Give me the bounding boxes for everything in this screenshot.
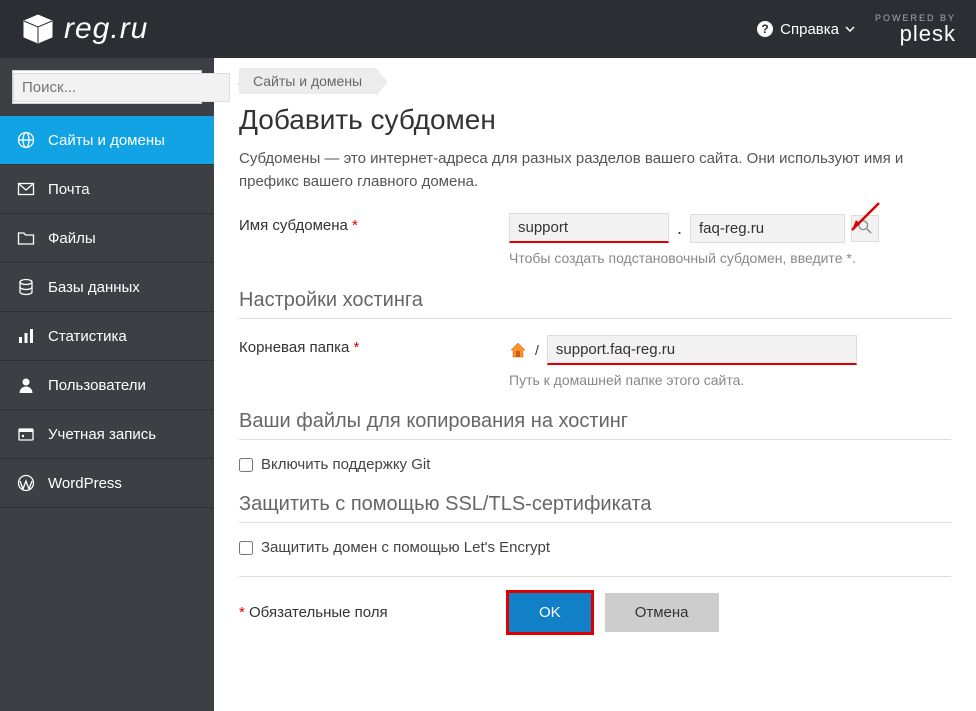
- sidebar-item-label: Пользователи: [48, 377, 146, 394]
- sidebar-item-label: Учетная запись: [48, 426, 156, 443]
- powered-brand: plesk: [875, 23, 956, 45]
- sidebar-item-6[interactable]: Учетная запись: [0, 410, 214, 459]
- subdomain-input[interactable]: [509, 213, 669, 243]
- root-slash: /: [535, 342, 539, 358]
- search-input[interactable]: [13, 73, 230, 102]
- dot-separator: .: [675, 218, 684, 239]
- required-note: * Обязательные поля: [239, 604, 509, 621]
- page-description: Субдомены — это интернет-адреса для разн…: [239, 148, 951, 193]
- sidebar: Сайты и домены Почта Файлы Базы данных Стати…: [0, 58, 214, 711]
- letsencrypt-checkbox-row[interactable]: Защитить домен с помощью Let's Encrypt: [239, 539, 951, 556]
- top-header: reg.ru ? Справка POWERED BY plesk: [0, 0, 976, 58]
- root-folder-input[interactable]: [547, 335, 857, 365]
- logo-text: reg.ru: [64, 12, 148, 46]
- root-label: Корневая папка *: [239, 335, 509, 356]
- database-icon: [16, 277, 36, 297]
- sidebar-item-7[interactable]: WordPress: [0, 459, 214, 508]
- mail-icon: [16, 179, 36, 199]
- wordpress-icon: [16, 473, 36, 493]
- cancel-button[interactable]: Отмена: [605, 593, 719, 632]
- git-checkbox[interactable]: [239, 458, 253, 472]
- page-title: Добавить субдомен: [239, 104, 951, 136]
- sidebar-item-label: Базы данных: [48, 279, 140, 296]
- help-icon: ?: [756, 20, 774, 38]
- nav: Сайты и домены Почта Файлы Базы данных Стати…: [0, 116, 214, 508]
- sidebar-item-label: Сайты и домены: [48, 132, 165, 149]
- letsencrypt-label: Защитить домен с помощью Let's Encrypt: [261, 539, 550, 556]
- sidebar-item-label: Почта: [48, 181, 90, 198]
- account-icon: [16, 424, 36, 444]
- root-row: Корневая папка * / Путь к домашней папке…: [239, 335, 951, 391]
- git-label: Включить поддержку Git: [261, 456, 430, 473]
- annotation-arrow-icon: [844, 198, 884, 238]
- help-label: Справка: [780, 21, 839, 38]
- globe-icon: [16, 130, 36, 150]
- subdomain-label: Имя субдомена *: [239, 213, 509, 234]
- ok-button[interactable]: OK: [509, 593, 591, 632]
- git-checkbox-row[interactable]: Включить поддержку Git: [239, 456, 951, 473]
- header-right: ? Справка POWERED BY plesk: [756, 14, 956, 45]
- home-icon: [509, 341, 527, 359]
- logo-box-icon: [20, 13, 56, 45]
- required-mark: *: [352, 217, 358, 234]
- sidebar-item-5[interactable]: Пользователи: [0, 361, 214, 410]
- stats-icon: [16, 326, 36, 346]
- sidebar-item-label: Статистика: [48, 328, 127, 345]
- sidebar-item-2[interactable]: Файлы: [0, 214, 214, 263]
- logo[interactable]: reg.ru: [20, 12, 148, 46]
- chevron-down-icon: [845, 26, 855, 32]
- powered-by: POWERED BY plesk: [875, 14, 956, 45]
- letsencrypt-checkbox[interactable]: [239, 541, 253, 555]
- sidebar-item-4[interactable]: Статистика: [0, 312, 214, 361]
- folder-icon: [16, 228, 36, 248]
- ssl-heading: Защитить с помощью SSL/TLS-сертификата: [239, 493, 951, 523]
- sidebar-item-1[interactable]: Почта: [0, 165, 214, 214]
- content: Сайты и домены Добавить субдомен Субдоме…: [214, 58, 976, 711]
- svg-text:?: ?: [761, 22, 768, 36]
- sidebar-item-label: Файлы: [48, 230, 96, 247]
- subdomain-hint: Чтобы создать подстановочный субдомен, в…: [509, 249, 951, 269]
- breadcrumb[interactable]: Сайты и домены: [239, 68, 376, 94]
- search-box[interactable]: [12, 70, 202, 104]
- required-mark: *: [353, 339, 359, 356]
- domain-input[interactable]: [690, 214, 845, 243]
- user-icon: [16, 375, 36, 395]
- sidebar-item-0[interactable]: Сайты и домены: [0, 116, 214, 165]
- hosting-heading: Настройки хостинга: [239, 289, 951, 319]
- form-footer: * Обязательные поля OK Отмена: [239, 576, 951, 632]
- root-hint: Путь к домашней папке этого сайта.: [509, 371, 951, 391]
- sidebar-item-label: WordPress: [48, 475, 122, 492]
- help-link[interactable]: ? Справка: [756, 20, 855, 38]
- files-heading: Ваши файлы для копирования на хостинг: [239, 410, 951, 440]
- sidebar-item-3[interactable]: Базы данных: [0, 263, 214, 312]
